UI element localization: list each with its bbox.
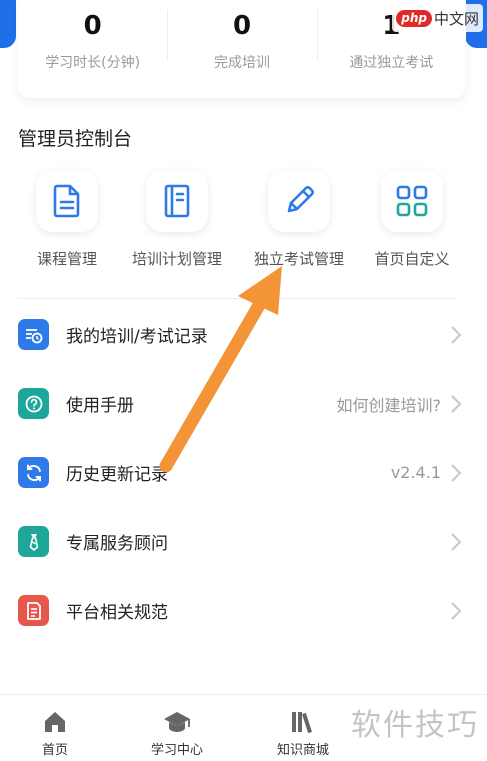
stat-study-minutes[interactable]: 0 学习时长(分钟)	[18, 0, 167, 98]
chevron-right-icon	[451, 394, 462, 413]
chevron-right-icon	[451, 601, 462, 620]
stat-value: 0	[83, 11, 102, 41]
stat-value: 0	[232, 11, 252, 41]
section-divider	[18, 298, 458, 299]
menu-item-label: 平台相关规范	[66, 603, 168, 623]
stat-label: 完成培训	[213, 55, 270, 71]
watermark-php-logo: php 中文网	[392, 4, 483, 32]
menu-item-my-records[interactable]: 我的培训/考试记录	[0, 300, 487, 369]
tab-home[interactable]: 首页	[0, 695, 110, 758]
tie-icon	[18, 526, 49, 557]
header-band-left	[0, 0, 16, 48]
menu-item-update-history[interactable]: 历史更新记录 v2.4.1	[0, 438, 487, 507]
menu-item-service-advisor[interactable]: 专属服务顾问	[0, 507, 487, 576]
stat-label: 学习时长(分钟)	[45, 55, 141, 71]
exam-management-button[interactable]: 独立考试管理	[244, 170, 354, 269]
menu-item-label: 使用手册	[66, 396, 134, 416]
chevron-right-icon	[451, 463, 462, 482]
course-management-button[interactable]: 课程管理	[12, 170, 122, 269]
quick-action-label: 培训计划管理	[131, 250, 222, 268]
help-icon	[18, 388, 49, 419]
grid-icon	[381, 170, 443, 232]
refresh-icon	[18, 457, 49, 488]
menu-item-platform-rules[interactable]: 平台相关规范	[0, 576, 487, 645]
tab-label: 首页	[41, 743, 68, 758]
chevron-right-icon	[451, 325, 462, 344]
home-icon	[0, 709, 110, 737]
doc-list-icon	[18, 595, 49, 626]
watermark-badge: php	[396, 9, 432, 27]
training-plan-management-button[interactable]: 培训计划管理	[122, 170, 232, 269]
quick-action-label: 独立考试管理	[253, 250, 344, 268]
notebook-icon	[146, 170, 208, 232]
menu-item-value: 如何创建培训?	[336, 395, 442, 415]
quick-action-label: 首页自定义	[374, 250, 450, 268]
tab-learning-center[interactable]: 学习中心	[122, 695, 232, 758]
menu-item-label: 我的培训/考试记录	[66, 327, 208, 347]
stat-completed-training[interactable]: 0 完成培训	[167, 0, 316, 98]
admin-quick-actions: 课程管理 培训计划管理 独立考试管理 首页自定义	[0, 170, 487, 280]
homepage-customize-button[interactable]: 首页自定义	[357, 170, 467, 269]
pencil-icon	[268, 170, 330, 232]
quick-action-label: 课程管理	[36, 250, 97, 268]
settings-menu: 我的培训/考试记录 使用手册 如何创建培训? 历史更新记录 v2.4.1 专属服…	[0, 300, 487, 645]
watermark-text: 软件技巧	[351, 700, 479, 744]
watermark-site: 中文网	[433, 9, 479, 28]
tab-knowledge-store[interactable]: 知识商城	[248, 695, 358, 758]
menu-item-label: 历史更新记录	[66, 465, 168, 485]
chevron-right-icon	[451, 532, 462, 551]
menu-item-label: 专属服务顾问	[66, 534, 168, 554]
admin-console-title: 管理员控制台	[18, 128, 133, 150]
document-icon	[36, 170, 98, 232]
menu-item-value: v2.4.1	[390, 463, 441, 482]
menu-item-user-manual[interactable]: 使用手册 如何创建培训?	[0, 369, 487, 438]
graduation-cap-icon	[122, 709, 232, 737]
tab-label: 学习中心	[150, 743, 203, 758]
books-icon	[248, 709, 358, 737]
record-icon	[18, 319, 49, 350]
stat-label: 通过独立考试	[349, 55, 434, 71]
tab-label: 知识商城	[276, 743, 329, 758]
